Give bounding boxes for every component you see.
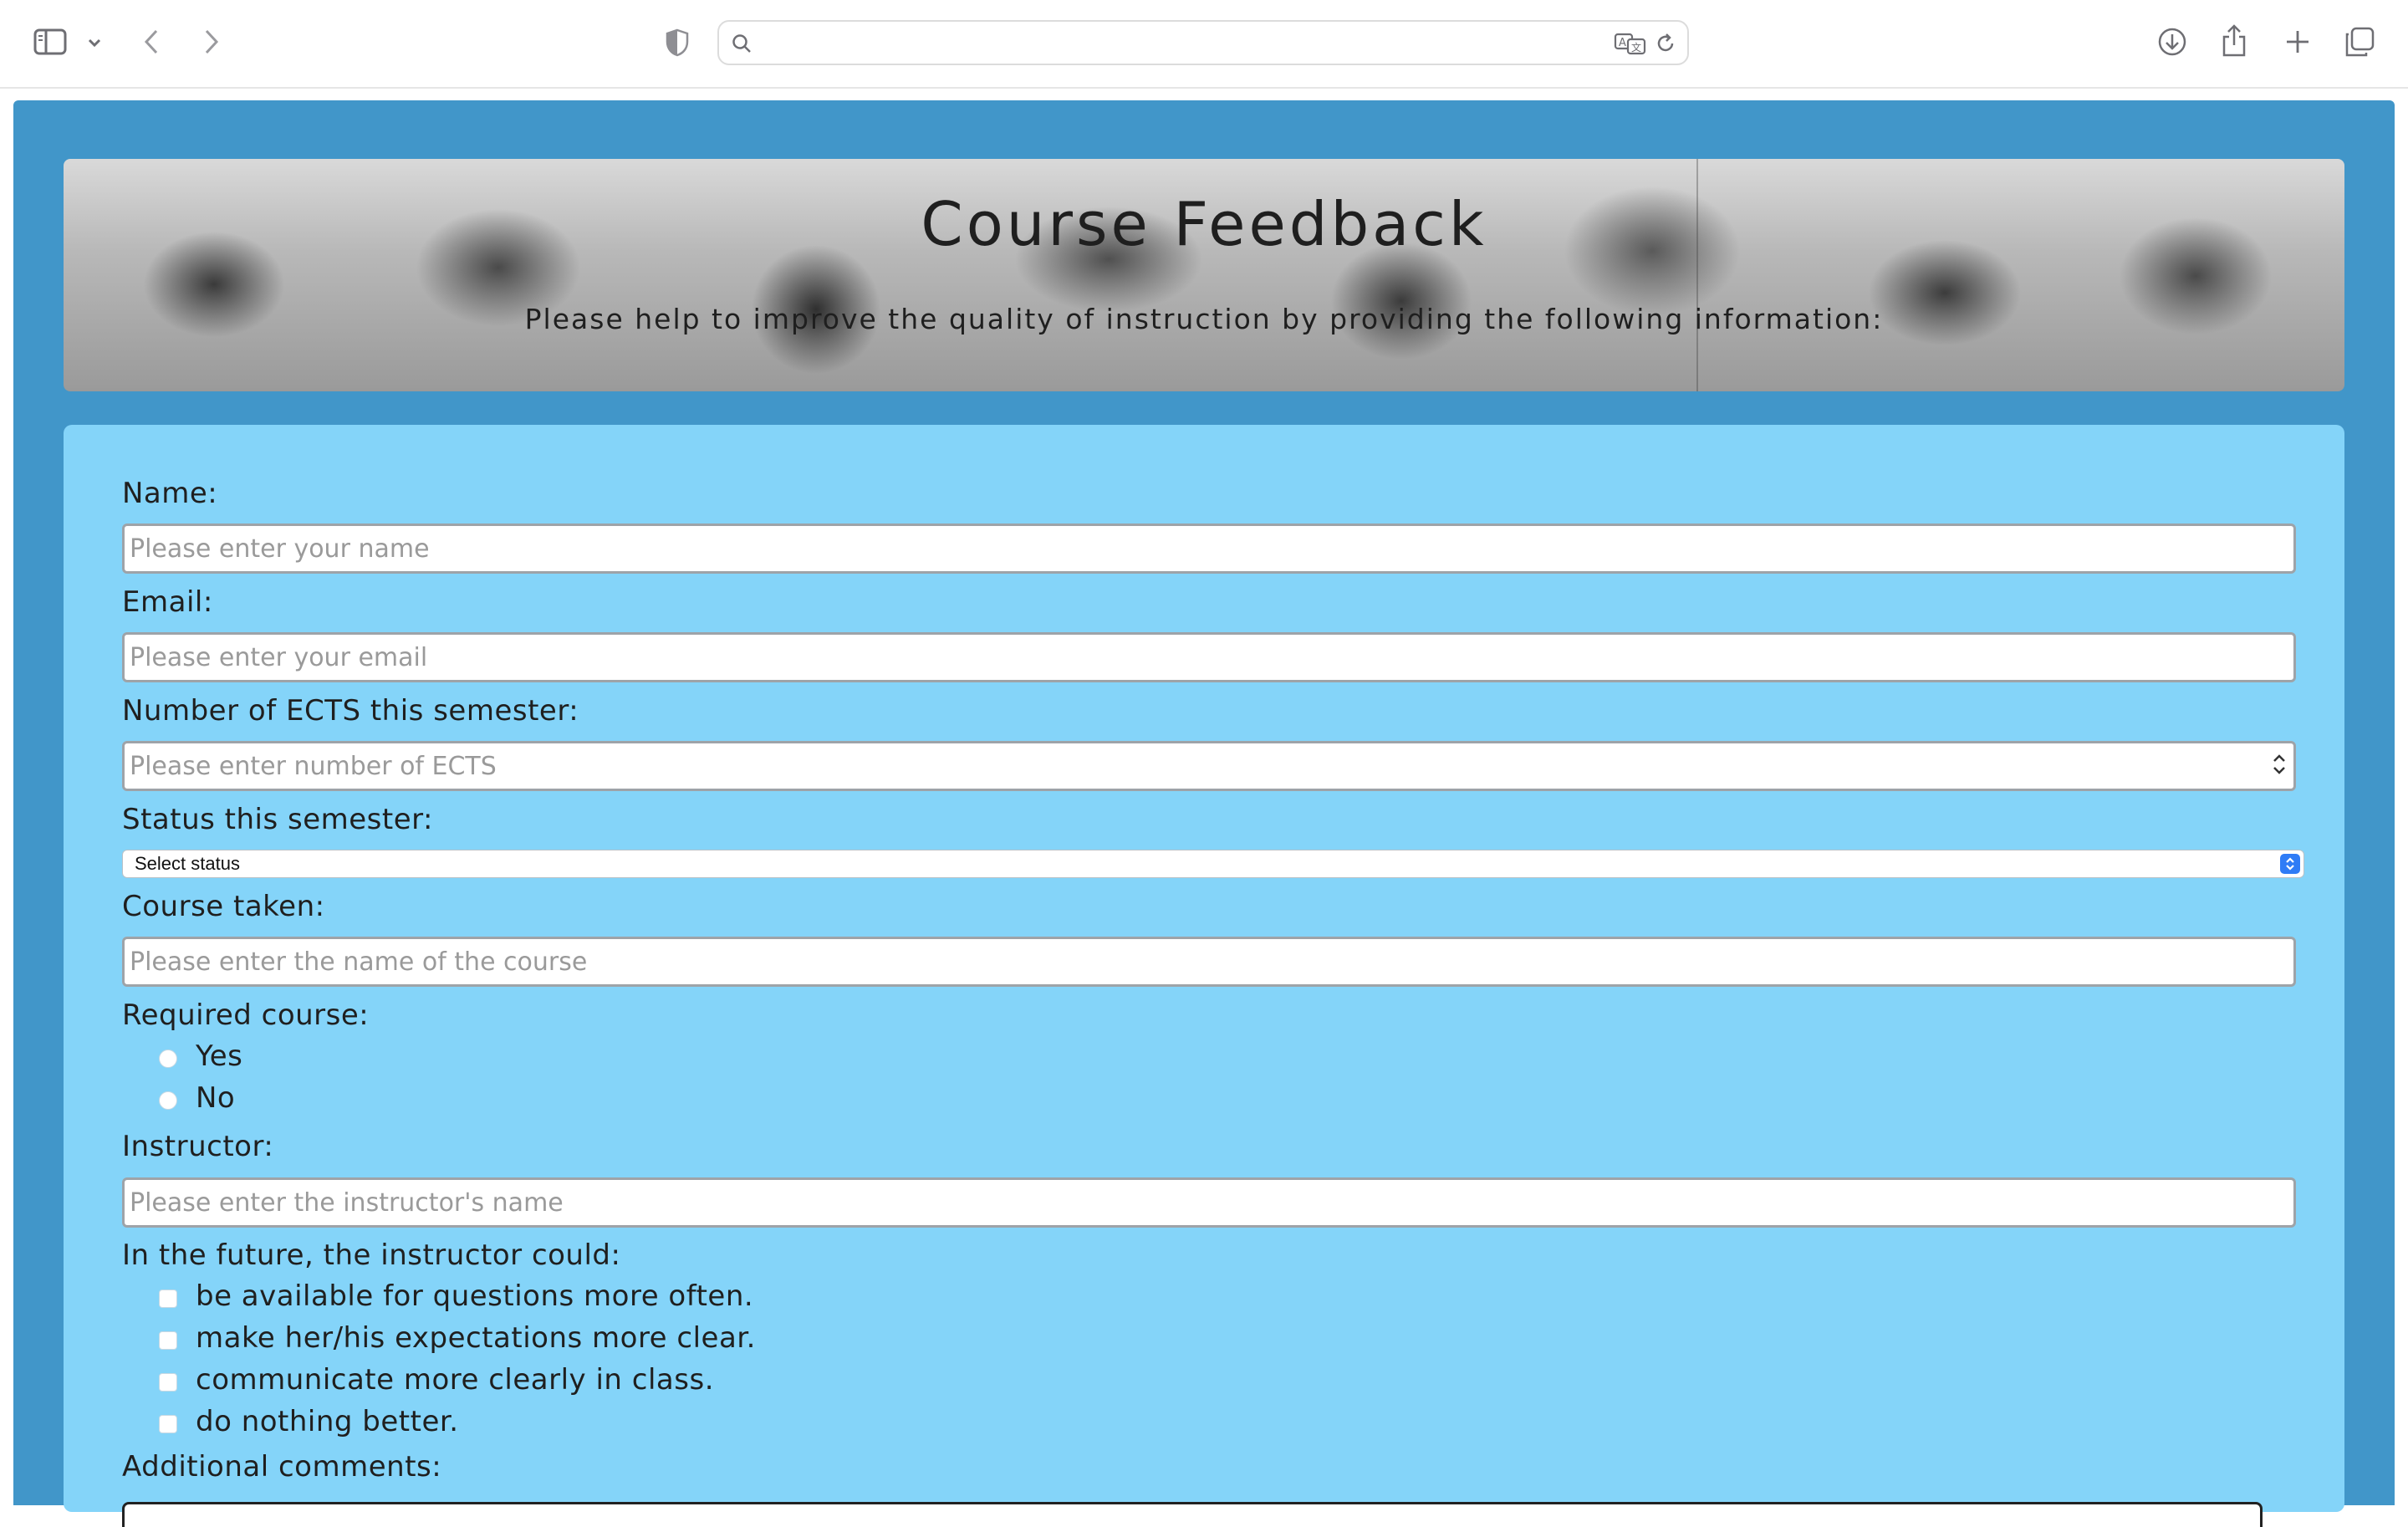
page-background: Course Feedback Please help to improve t… [13,100,2395,1527]
future-option-4[interactable]: do nothing better. [159,1405,459,1438]
share-button[interactable] [2219,22,2249,59]
required-yes-option[interactable]: Yes [159,1039,242,1073]
future-checkbox-3[interactable] [159,1373,177,1392]
plus-icon [2284,28,2311,55]
future-checkbox-1[interactable] [159,1290,177,1308]
browser-toolbar: A文 [0,0,2408,89]
privacy-shield-button[interactable] [662,27,692,59]
ects-input[interactable] [122,741,2296,791]
address-bar[interactable]: A文 [717,20,1689,65]
course-input[interactable] [122,937,2296,987]
future-option-label-1: be available for questions more often. [196,1279,754,1313]
future-option-3[interactable]: communicate more clearly in class. [159,1363,714,1397]
shield-icon [666,28,689,57]
yes-radio[interactable] [159,1049,177,1068]
tabs-icon [2344,27,2375,57]
svg-text:文: 文 [1631,41,1641,54]
future-option-2[interactable]: make her/his expectations more clear. [159,1321,756,1355]
forward-button[interactable] [197,25,226,59]
select-arrows-icon [2280,854,2300,874]
new-tab-button[interactable] [2281,25,2314,59]
sidebar-icon [33,28,67,55]
stepper-icon[interactable] [2269,749,2289,779]
forward-icon [203,28,220,55]
required-no-option[interactable]: No [159,1081,235,1115]
future-option-label-2: make her/his expectations more clear. [196,1321,756,1355]
status-label: Status this semester: [122,803,433,836]
status-selected-value: Select status [135,853,240,874]
translate-icon[interactable]: A文 [1614,32,1647,55]
future-checkbox-4[interactable] [159,1415,177,1433]
status-select[interactable]: Select status [122,850,2304,878]
page-subtitle: Please help to improve the quality of in… [524,303,1884,335]
comments-label: Additional comments: [122,1450,442,1484]
header-banner: Course Feedback Please help to improve t… [64,159,2344,391]
ects-field [122,741,2296,791]
no-radio[interactable] [159,1091,177,1110]
future-checkbox-2[interactable] [159,1331,177,1350]
back-button[interactable] [137,25,166,59]
instructor-label: Instructor: [122,1130,274,1163]
future-option-label-3: communicate more clearly in class. [196,1363,715,1397]
name-input[interactable] [122,523,2296,574]
chevron-down-icon [87,38,102,48]
reload-icon[interactable] [1654,32,1677,55]
name-label: Name: [122,477,218,510]
comments-textarea[interactable] [122,1502,2263,1527]
feedback-form: Name: Email: Number of ECTS this semeste… [64,425,2344,1512]
course-label: Course taken: [122,890,325,923]
future-option-1[interactable]: be available for questions more often. [159,1279,753,1313]
tab-overview-button[interactable] [2343,25,2376,59]
ects-label: Number of ECTS this semester: [122,694,579,728]
downloads-button[interactable] [2155,25,2189,59]
required-course-label: Required course: [122,998,370,1032]
email-input[interactable] [122,632,2296,682]
search-icon [731,33,752,54]
email-label: Email: [122,585,213,619]
back-icon [143,28,160,55]
share-icon [2221,23,2247,57]
future-option-label-4: do nothing better. [196,1405,459,1438]
svg-text:A: A [1619,37,1626,49]
future-label: In the future, the instructor could: [122,1238,621,1272]
page-title: Course Feedback [921,189,1487,259]
yes-label: Yes [196,1039,243,1073]
no-label: No [196,1081,236,1115]
sidebar-menu-button[interactable] [84,32,105,54]
sidebar-toggle-button[interactable] [32,25,69,59]
download-icon [2157,27,2187,57]
instructor-input[interactable] [122,1177,2296,1228]
